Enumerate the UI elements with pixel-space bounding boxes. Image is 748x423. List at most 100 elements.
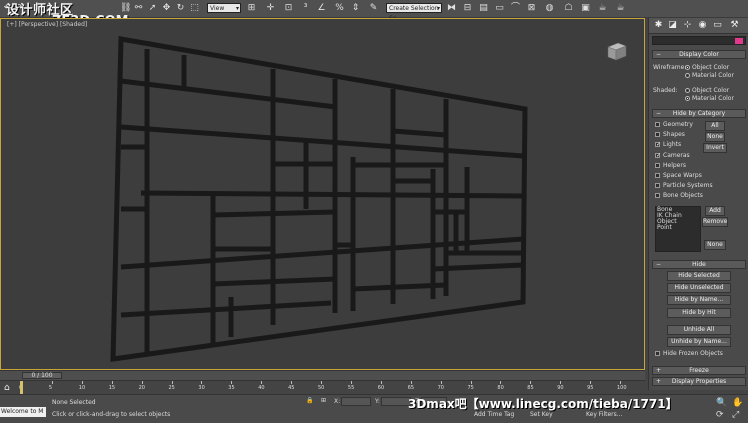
keyboard-shortcut-icon[interactable]: ⊡ <box>283 3 294 14</box>
move-icon[interactable]: ✥ <box>161 3 172 14</box>
maximize-viewport-icon[interactable]: ⤢ <box>732 410 739 420</box>
hide-by-name-button[interactable]: Hide by Name... <box>667 295 731 305</box>
pivot-center-icon[interactable]: ⊞ <box>246 3 257 14</box>
category-filter-list[interactable]: Bone IK Chain Object Point <box>655 206 701 252</box>
render-production-icon[interactable]: ☕ <box>597 3 608 14</box>
track-bar[interactable]: 0510152025303540455055606570758085909510… <box>0 380 645 395</box>
track-tick-label: 45 <box>288 385 295 391</box>
category-checkbox[interactable]: ✓ <box>655 152 661 158</box>
category-checkbox[interactable] <box>655 122 660 127</box>
select-object-icon[interactable]: ➚ <box>147 3 158 14</box>
snap-toggle-icon[interactable]: ³ <box>300 3 311 14</box>
curve-editor-icon[interactable]: ⌒ <box>510 3 521 14</box>
ribbon-icon[interactable]: ▭ <box>494 3 505 14</box>
set-key-button[interactable]: Set Key <box>530 411 553 418</box>
list-add-button[interactable]: Add <box>705 206 725 216</box>
category-label: Geometry <box>663 121 693 128</box>
rotate-icon[interactable]: ↻ <box>175 3 186 14</box>
shaded-object-color-radio[interactable] <box>685 88 690 93</box>
freeze-rollout[interactable]: + Freeze <box>652 366 746 375</box>
hide-by-category-rollout[interactable]: − Hide by Category <box>652 109 746 118</box>
track-tick <box>410 381 412 384</box>
reference-coordinate-dropdown[interactable]: View <box>207 3 241 14</box>
unhide-by-name-button[interactable]: Unhide by Name... <box>667 337 731 347</box>
maxscript-listener[interactable]: Welcome to M <box>0 407 46 417</box>
y-coordinate-field[interactable] <box>381 397 411 406</box>
category-checkbox[interactable] <box>655 183 660 189</box>
spinner-snap-icon[interactable]: ⇕ <box>350 3 361 14</box>
mini-listener-icon[interactable]: ⌂ <box>4 383 10 393</box>
create-tab-icon[interactable]: ✱ <box>653 20 664 31</box>
material-editor-icon[interactable]: ◍ <box>544 3 555 14</box>
edit-named-selection-icon[interactable]: ✎ <box>368 3 379 14</box>
zoom-icon[interactable]: 🔍 <box>716 398 727 408</box>
layer-manager-icon[interactable]: ▤ <box>478 3 489 14</box>
named-selection-set-dropdown[interactable]: Create Selection Se <box>386 3 442 22</box>
category-checkbox[interactable]: ✓ <box>655 142 661 148</box>
select-link-icon[interactable]: ⛓ <box>120 3 131 14</box>
track-tick <box>530 381 532 384</box>
mirror-icon[interactable]: ⧓ <box>446 3 457 14</box>
display-color-rollout[interactable]: − Display Color <box>652 50 746 59</box>
schematic-view-icon[interactable]: ⊠ <box>526 3 537 14</box>
orbit-icon[interactable]: ⟳ <box>716 410 724 420</box>
align-icon[interactable]: ⊟ <box>462 3 473 14</box>
wireframe-object-color-label: Object Color <box>692 64 730 71</box>
percent-snap-icon[interactable]: % <box>334 3 345 14</box>
list-remove-button[interactable]: Remove <box>702 217 728 227</box>
category-checkbox[interactable] <box>655 173 660 178</box>
current-frame-marker[interactable] <box>20 381 23 395</box>
category-checkbox[interactable] <box>655 193 660 199</box>
wireframe-label: Wireframe: <box>653 64 687 71</box>
display-tab-icon[interactable]: ▭ <box>712 20 723 31</box>
add-time-tag-button[interactable]: Add Time Tag <box>474 411 514 418</box>
hide-by-hit-button[interactable]: Hide by Hit <box>667 308 731 318</box>
status-bar: ⌂ Welcome to M None Selected Click or cl… <box>0 383 748 423</box>
x-coordinate-field[interactable] <box>341 397 371 406</box>
select-manipulate-icon[interactable]: ✛ <box>265 3 276 14</box>
track-tick-label: 55 <box>347 385 355 391</box>
track-tick <box>81 381 83 384</box>
shelf-wireframe-model[interactable] <box>1 19 644 369</box>
absolute-mode-icon[interactable]: ⊞ <box>321 397 326 404</box>
angle-snap-icon[interactable]: ∠ <box>316 3 327 14</box>
unhide-all-button[interactable]: Unhide All <box>667 325 731 335</box>
hide-frozen-label: Hide Frozen Objects <box>663 350 723 357</box>
key-filters-button[interactable]: Key Filters... <box>586 411 623 418</box>
hierarchy-tab-icon[interactable]: ⊹ <box>682 20 693 31</box>
utilities-tab-icon[interactable]: ⚒ <box>729 20 740 31</box>
hide-unselected-button[interactable]: Hide Unselected <box>667 283 731 293</box>
wireframe-material-color-radio[interactable] <box>685 73 690 78</box>
modify-tab-icon[interactable]: ◪ <box>667 20 678 31</box>
scale-icon[interactable]: ⬚ <box>189 3 200 14</box>
hide-selected-button[interactable]: Hide Selected <box>667 271 731 281</box>
category-label: Lights <box>663 141 682 149</box>
category-checkbox[interactable] <box>655 162 660 168</box>
rendered-frame-icon[interactable]: ▣ <box>580 3 591 14</box>
unlink-icon[interactable]: ⚯ <box>133 3 144 14</box>
shaded-material-color-radio[interactable] <box>685 96 690 101</box>
category-checkbox[interactable] <box>655 132 660 138</box>
render-iterative-icon[interactable]: ☕ <box>615 3 626 14</box>
time-slider-thumb[interactable]: 0 / 100 <box>22 372 62 379</box>
motion-tab-icon[interactable]: ◉ <box>697 20 708 31</box>
selection-lock-icon[interactable]: 🔒 <box>306 397 313 404</box>
shelf-bar <box>212 276 336 287</box>
object-name-field[interactable] <box>652 36 746 45</box>
viewcube-icon[interactable] <box>604 41 628 61</box>
category-none-button[interactable]: None <box>705 132 725 142</box>
list-none-button[interactable]: None <box>704 240 726 250</box>
pan-icon[interactable]: ✋ <box>732 398 743 408</box>
render-setup-icon[interactable]: ☖ <box>563 3 574 14</box>
category-all-button[interactable]: All <box>705 121 725 131</box>
object-color-swatch[interactable] <box>735 38 743 44</box>
wireframe-material-color-label: Material Color <box>692 72 734 79</box>
display-properties-rollout[interactable]: + Display Properties <box>652 377 746 386</box>
category-invert-button[interactable]: Invert <box>703 143 727 153</box>
time-slider[interactable]: 0 / 100 <box>0 370 645 380</box>
wireframe-object-color-radio[interactable] <box>685 65 690 70</box>
hide-frozen-checkbox[interactable] <box>655 351 660 356</box>
list-item[interactable]: Point <box>656 225 700 231</box>
perspective-viewport[interactable]: [+] [Perspective] [Shaded] <box>0 18 645 370</box>
hide-rollout[interactable]: − Hide <box>652 260 746 269</box>
